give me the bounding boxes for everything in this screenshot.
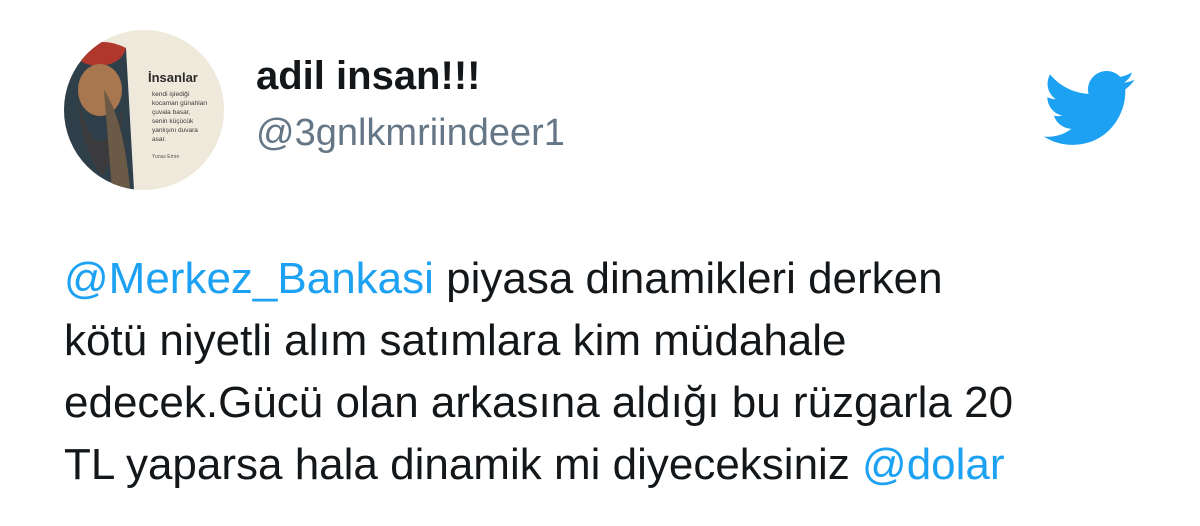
tweet-line: TL yaparsa hala dinamik mi diyeceksiniz … <box>64 434 1144 496</box>
avatar-image: İnsanlar kendi işlediği kocaman günahlar… <box>64 30 224 190</box>
avatar-quote-line: senin küçücük <box>152 118 194 125</box>
tweet-card: İnsanlar kendi işlediği kocaman günahlar… <box>0 0 1200 526</box>
tweet-text-segment: piyasa dinamikleri derken <box>433 254 943 303</box>
twitter-bird-icon <box>1040 60 1136 156</box>
twitter-bird-svg <box>1043 71 1135 145</box>
tweet-line: kötü niyetli alım satımlara kim müdahale <box>64 316 847 365</box>
avatar-quote-line: yanlışını duvara <box>152 127 198 134</box>
user-handle[interactable]: @3gnlkmriindeer1 <box>256 110 565 156</box>
display-name[interactable]: adil insan!!! <box>256 52 480 100</box>
avatar-title: İnsanlar <box>148 70 198 85</box>
face-shape <box>78 64 122 116</box>
avatar-quote-line: kocaman günahları <box>152 100 207 107</box>
mention-dolar[interactable]: @dolar <box>862 440 1005 489</box>
avatar-quote-line: asar. <box>152 136 166 143</box>
avatar-quote-line: çuvala basar, <box>152 109 190 116</box>
tweet-line: edecek.Gücü olan arkasına aldığı bu rüzg… <box>64 378 1014 427</box>
tweet-text: @Merkez_Bankasi piyasa dinamikleri derke… <box>64 248 1144 496</box>
mention-merkez-bankasi[interactable]: @Merkez_Bankasi <box>64 254 434 303</box>
avatar-quote-author: Yunus Emre <box>152 154 179 160</box>
avatar-quote-line: kendi işlediği <box>152 91 189 98</box>
avatar[interactable]: İnsanlar kendi işlediği kocaman günahlar… <box>64 30 224 190</box>
tweet-line: @Merkez_Bankasi piyasa dinamikleri derke… <box>64 248 1144 310</box>
tweet-text-segment: TL yaparsa hala dinamik mi diyeceksiniz <box>64 440 863 489</box>
